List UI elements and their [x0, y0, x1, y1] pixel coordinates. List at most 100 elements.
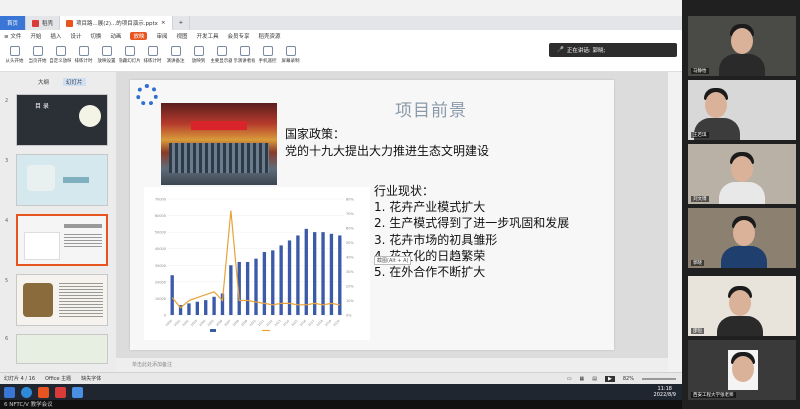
toolbar-icon — [193, 46, 204, 56]
participant-video[interactable]: 马静怡 — [688, 16, 796, 76]
ribbon-button[interactable]: 放映设置 — [96, 44, 117, 70]
ribbon-tab[interactable]: 视图 — [176, 32, 187, 40]
participant-video[interactable]: 西安工程大学张老师 — [688, 340, 796, 400]
y2-tick-label: 80% — [346, 198, 354, 202]
toolbar-icon — [101, 46, 112, 56]
ribbon-tab[interactable]: 稻壳资源 — [259, 32, 281, 40]
participant-video[interactable]: 郭晓 — [688, 208, 796, 268]
zoom-level[interactable]: 82% — [623, 376, 634, 382]
ribbon-button[interactable]: 显示演讲者视图 — [234, 44, 255, 70]
tab-outline[interactable]: 大纲 — [38, 78, 49, 86]
chart-bar — [279, 245, 283, 315]
ribbon-tab[interactable]: 会员专享 — [228, 32, 250, 40]
slide-4[interactable]: 项目前景 国家政策： 党的十九大提出大力推进生态文明建设 0 10000 20000… — [130, 80, 614, 350]
ribbon-tab[interactable]: 开发工具 — [196, 32, 218, 40]
participant-video-panel: 马静怡 王若琪 刘文博 郭晓 邵恒 西安工程大学张老师 — [682, 0, 800, 409]
sorter-view-icon[interactable]: ▦ — [580, 376, 585, 382]
x-tick-label: 2014 — [282, 319, 290, 327]
play-icon[interactable]: ▶ — [605, 375, 615, 382]
chart-bar — [321, 232, 325, 315]
ribbon-tab[interactable]: 开始 — [30, 32, 41, 40]
app-icon[interactable] — [72, 386, 83, 398]
y2-tick-label: 40% — [346, 256, 354, 260]
ribbon-button[interactable]: 排练计时 — [142, 44, 163, 70]
notes-pane[interactable]: 单击此处添加备注 — [116, 358, 668, 372]
participant-video[interactable]: 刘文博 — [688, 144, 796, 204]
slide-thumbnail-3[interactable] — [16, 154, 108, 206]
chart-bar — [338, 235, 342, 315]
chart-bar — [195, 301, 200, 315]
slide-index: 幻灯片 4 / 16 — [4, 376, 35, 382]
new-tab-button[interactable]: + — [173, 16, 191, 30]
toolbar-icon — [170, 46, 181, 56]
ribbon-button[interactable]: 主要显示器 — [211, 44, 232, 70]
ribbon-button[interactable]: 屏幕录制 — [280, 44, 301, 70]
browser-icon[interactable] — [21, 386, 32, 398]
participant-video[interactable]: 王若琪 — [688, 80, 796, 140]
x-tick-label: 2007 — [223, 319, 231, 327]
ribbon-tab-active[interactable]: 放映 — [130, 32, 148, 40]
missing-font-button[interactable]: 缺失字体 — [81, 375, 101, 382]
meeting-caption: 6 NFTC/V 教学会议 — [0, 400, 682, 409]
ribbon-button[interactable]: 隐藏幻灯片 — [119, 44, 140, 70]
participant-video[interactable]: 邵恒 — [688, 276, 796, 336]
ribbon-tab[interactable]: 切换 — [90, 32, 101, 40]
toolbar-icon — [216, 46, 227, 56]
chart-bar — [245, 261, 250, 315]
slide-thumbnail-6[interactable] — [16, 334, 108, 364]
zoom-slider[interactable] — [642, 377, 676, 380]
y2-tick-label: 70% — [346, 212, 354, 216]
slide-number: 2 — [5, 98, 9, 104]
slide-thumbnail-2[interactable]: 目 录 — [16, 94, 108, 146]
ribbon-button[interactable]: 从头开始 — [4, 44, 25, 70]
x-tick-label: 2017 — [307, 319, 315, 327]
wps-icon[interactable] — [38, 386, 49, 398]
y2-tick-label: 50% — [346, 241, 354, 245]
slide-number: 6 — [5, 336, 9, 342]
reading-view-icon[interactable]: ▤ — [592, 376, 597, 382]
slide-thumbnail-5[interactable] — [16, 274, 108, 326]
ribbon-button-label: 隐藏幻灯片 — [119, 59, 140, 64]
ribbon-button[interactable]: 放映到 — [188, 44, 209, 70]
tab-home-label: 首页 — [6, 21, 18, 27]
ribbon-tab[interactable]: 插入 — [50, 32, 61, 40]
x-tick-label: 2002 — [181, 319, 189, 327]
toolbar-icon — [78, 46, 89, 56]
slide-number: 5 — [5, 278, 9, 284]
ribbon-button[interactable]: 演讲备注 — [165, 44, 186, 70]
close-icon[interactable]: × — [161, 20, 166, 26]
legend-swatch-bar — [210, 329, 216, 332]
tab-docer[interactable]: 稻壳 — [26, 16, 61, 30]
menu-button[interactable]: ≡ 文件 — [4, 32, 21, 40]
x-tick-label: 2008 — [232, 319, 240, 327]
screenshot-tooltip: 截图(Alt + A) — [374, 256, 412, 265]
ribbon-tab[interactable]: 设计 — [70, 32, 81, 40]
flower-industry-chart: 0 10000 20000 30000 40000 50000 60000 70000 0% 10… — [144, 187, 370, 340]
status-item: 2. 生产模式得到了进一步巩固和发展 — [374, 216, 570, 231]
ribbon-tab[interactable]: 审阅 — [156, 32, 167, 40]
windows-start-icon[interactable] — [4, 386, 15, 398]
chart-bar — [262, 252, 267, 315]
ribbon-tab[interactable]: 动画 — [110, 32, 121, 40]
ribbon-button[interactable]: 排练计时 — [73, 44, 94, 70]
ribbon-button[interactable]: 自定义放映 — [50, 44, 71, 70]
x-tick-label: 2000 — [165, 319, 173, 327]
toolbar-icon — [32, 46, 43, 56]
tab-slides[interactable]: 幻灯片 — [63, 78, 86, 86]
ribbon-button[interactable]: 手机遥控 — [257, 44, 278, 70]
slide-thumbnail-4-selected[interactable] — [16, 214, 108, 266]
status-bar: 幻灯片 4 / 16 Office 主题 缺失字体 ▭ ▦ ▤ ▶ 82% — [0, 372, 682, 384]
y2-tick-label: 20% — [346, 285, 354, 289]
chart-bar — [187, 303, 191, 315]
microphone-icon: 🎤 — [557, 47, 564, 53]
ribbon-button[interactable]: 当页开始 — [27, 44, 48, 70]
ribbon-button-label: 显示演讲者视图 — [234, 59, 255, 64]
participant-name: 刘文博 — [691, 196, 709, 202]
chart-bar — [304, 228, 308, 315]
x-tick-label: 2001 — [173, 319, 181, 327]
pdf-icon[interactable] — [55, 386, 66, 398]
tab-current-document[interactable]: 项目路...展(2)...的项目演示.pptx × — [60, 16, 173, 30]
chart-bar — [254, 258, 258, 315]
tab-home[interactable]: 首页 — [0, 16, 26, 30]
normal-view-icon[interactable]: ▭ — [567, 376, 572, 382]
